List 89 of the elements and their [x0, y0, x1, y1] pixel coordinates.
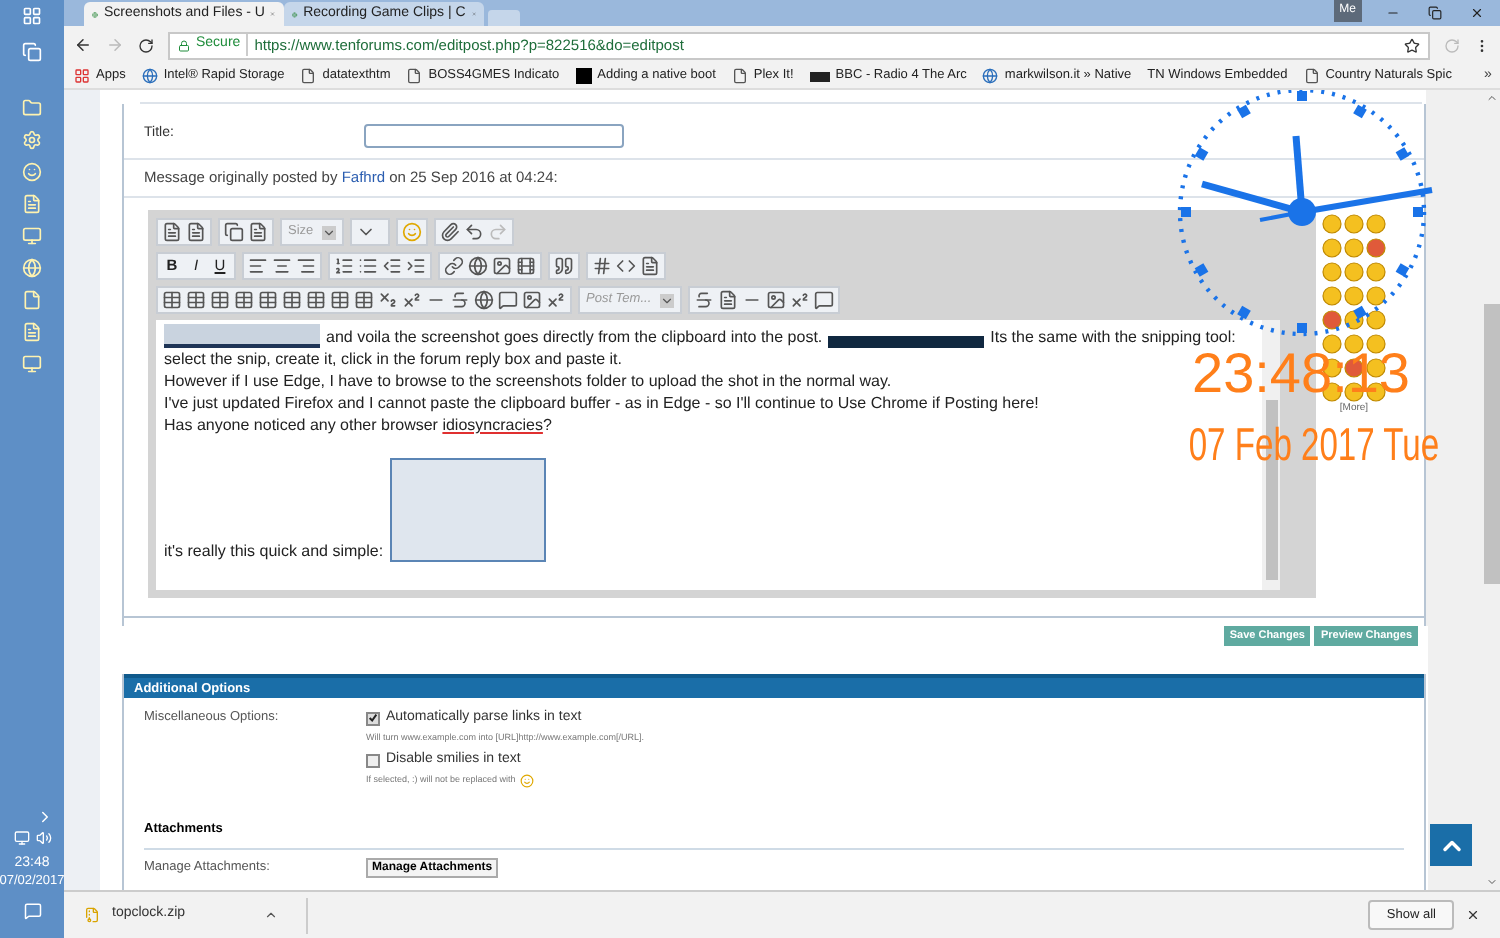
link-icon[interactable] [444, 256, 464, 276]
table-icon[interactable] [354, 290, 374, 310]
caret-icon [321, 225, 336, 239]
paragraph: However if I use Edge, I have to browse to the screenshots folder to upload the shot in the normal way. [164, 372, 892, 390]
caret-icon [659, 293, 674, 307]
back-to-top-button[interactable] [1430, 824, 1472, 866]
restore-icon[interactable] [1428, 5, 1442, 19]
taskbar-app-icon[interactable] [22, 130, 42, 150]
film-icon[interactable] [516, 256, 536, 276]
document-icon[interactable] [717, 290, 738, 310]
volume-icon[interactable] [35, 830, 51, 846]
table-icon[interactable] [258, 290, 278, 310]
taskbar-app-icon[interactable] [22, 290, 42, 310]
table-icon[interactable] [234, 290, 254, 310]
taskbar-app-icon[interactable] [22, 226, 42, 246]
paragraph: I've just updated Firefox and I cannot paste the clipboard buffer - as in Edge - so I'll continue to Use Chrome if Posting here! [164, 394, 1039, 412]
smiley-icon [519, 773, 534, 788]
page-icon [731, 68, 748, 84]
apps-grid-icon [74, 68, 90, 84]
indent-icon[interactable] [406, 256, 426, 276]
network-icon[interactable] [13, 830, 29, 846]
globe-icon[interactable] [468, 256, 488, 276]
align-left-icon[interactable] [248, 256, 268, 276]
paragraph: Has anyone noticed any other browser idiosyncracies? [164, 416, 552, 434]
globe-icon[interactable] [474, 290, 494, 310]
taskbar-app-icon[interactable] [22, 162, 42, 182]
favicon-icon [92, 7, 98, 21]
bullet-list-icon[interactable] [358, 256, 378, 276]
task-view-icon[interactable] [22, 42, 42, 62]
superscript-icon[interactable] [546, 290, 566, 310]
clock-date: 07 Feb 2017 Tue [1188, 422, 1440, 466]
table-icon[interactable] [330, 290, 350, 310]
clock-time: 23:48:13 [1192, 348, 1410, 400]
table-icon[interactable] [210, 290, 230, 310]
strikethrough-icon[interactable] [450, 290, 470, 310]
paste-icon[interactable] [224, 222, 244, 242]
superscript-icon[interactable] [789, 290, 810, 310]
zip-file-icon [84, 906, 100, 924]
table-icon[interactable] [162, 290, 182, 310]
lock-icon [178, 39, 190, 51]
image-icon[interactable] [765, 290, 786, 310]
checkbox[interactable] [366, 754, 380, 768]
check-icon [368, 712, 378, 725]
bookmark-star-icon[interactable] [1404, 37, 1420, 53]
globe-icon [141, 68, 158, 84]
caret-icon[interactable] [264, 908, 278, 922]
taskbar-app-icon[interactable] [22, 258, 42, 278]
paragraph: Its the same with the snipping tool: [990, 326, 1236, 348]
quote-icon[interactable] [554, 256, 574, 276]
image-icon[interactable] [522, 290, 542, 310]
numbered-list-icon[interactable] [334, 256, 354, 276]
page-icon [406, 68, 423, 84]
taskbar-app-icon[interactable] [22, 194, 42, 214]
globe-icon [982, 68, 999, 84]
align-right-icon[interactable] [296, 256, 316, 276]
paragraph: it's really this quick and simple: [164, 540, 384, 562]
outdent-icon[interactable] [382, 256, 402, 276]
table-icon[interactable] [282, 290, 302, 310]
document-icon[interactable] [640, 256, 660, 276]
page-icon [1303, 68, 1320, 84]
paragraph: select the snip, create it, click in the forum reply box and paste it. [164, 350, 622, 368]
close-icon[interactable] [1470, 5, 1484, 19]
reload-icon[interactable] [138, 37, 154, 53]
taskbar-app-icon[interactable] [22, 98, 42, 118]
speech-icon[interactable] [498, 290, 518, 310]
title-input[interactable] [364, 123, 624, 147]
paragraph: and voila the screenshot goes directly from the clipboard into the post. [326, 326, 823, 348]
start-icon[interactable] [22, 6, 42, 26]
image-icon[interactable] [492, 256, 512, 276]
favicon-icon [292, 7, 298, 21]
undo-icon[interactable] [463, 222, 484, 242]
back-icon[interactable] [74, 36, 92, 54]
attachment-icon[interactable] [439, 222, 460, 242]
taskbar-app-icon[interactable] [22, 322, 42, 342]
page-icon [300, 68, 317, 84]
align-center-icon[interactable] [272, 256, 292, 276]
speech-icon[interactable] [813, 290, 834, 310]
subscript-icon[interactable] [378, 290, 398, 310]
close-icon[interactable] [1466, 908, 1480, 922]
checkbox[interactable] [366, 711, 380, 726]
table-icon[interactable] [186, 290, 206, 310]
strikethrough-icon[interactable] [693, 290, 714, 310]
notification-icon[interactable] [23, 902, 41, 920]
taskbar-app-icon[interactable] [22, 354, 42, 374]
hash-icon[interactable] [592, 256, 612, 276]
blocks-logo-icon [809, 71, 830, 81]
code-icon[interactable] [616, 256, 636, 276]
superscript-icon[interactable] [402, 290, 422, 310]
table-icon[interactable] [306, 290, 326, 310]
